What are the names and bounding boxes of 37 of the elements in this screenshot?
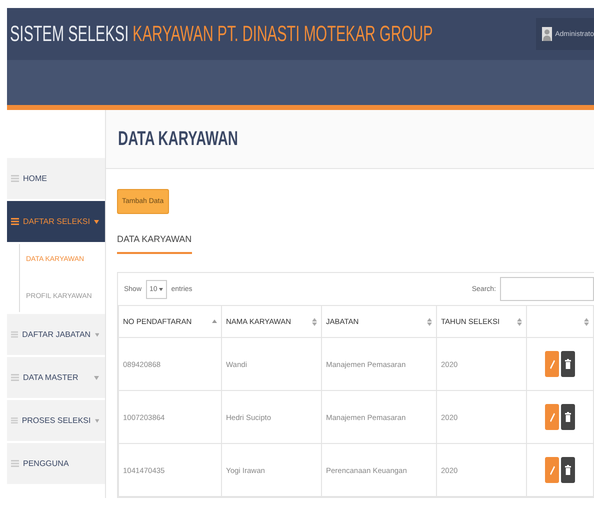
avatar-icon <box>542 27 552 41</box>
sort-icon[interactable] <box>584 318 589 326</box>
pencil-icon <box>550 412 554 422</box>
search-field[interactable] <box>500 277 594 301</box>
sidebar-item[interactable]: PROSES SELEKSI <box>7 400 105 441</box>
pencil-icon <box>550 466 554 474</box>
menu-icon <box>11 460 19 467</box>
page-title: DATA KARYAWAN <box>118 128 238 150</box>
menu-icon <box>11 417 18 424</box>
delete-button[interactable] <box>561 457 575 483</box>
app-title: SISTEM SELEKSI KARYAWAN PT. DINASTI MOTEKAR GROUP <box>10 21 433 46</box>
caret-icon <box>94 332 99 336</box>
sort-icon[interactable] <box>312 318 317 326</box>
menu-icon <box>11 374 19 381</box>
sort-icon[interactable] <box>517 318 522 326</box>
sidebar-item[interactable]: PENGGUNA <box>7 443 105 484</box>
sort-icon[interactable] <box>427 318 432 326</box>
caret-icon <box>159 288 164 290</box>
trash-icon <box>565 465 571 475</box>
sidebar-item[interactable]: HOME <box>7 158 105 199</box>
trash-icon <box>565 412 571 422</box>
caret-icon <box>94 418 99 422</box>
menu-icon <box>11 218 19 225</box>
sidebar-item[interactable]: DATA MASTER <box>7 357 105 398</box>
section-tab[interactable]: DATA KARYAWAN <box>117 234 192 254</box>
sidebar-item[interactable]: DAFTAR SELEKSI <box>7 201 105 242</box>
sidebar-item[interactable]: DAFTAR JABATAN <box>7 314 105 355</box>
sort-icon[interactable] <box>212 318 217 326</box>
caret-icon <box>94 220 99 224</box>
trash-icon <box>565 359 571 369</box>
menu-icon <box>11 331 18 338</box>
pencil-icon <box>550 360 554 368</box>
caret-icon <box>94 376 99 380</box>
column-header[interactable] <box>526 306 594 338</box>
delete-button[interactable] <box>561 351 575 377</box>
menu-icon <box>11 175 19 182</box>
delete-button[interactable] <box>561 404 575 430</box>
